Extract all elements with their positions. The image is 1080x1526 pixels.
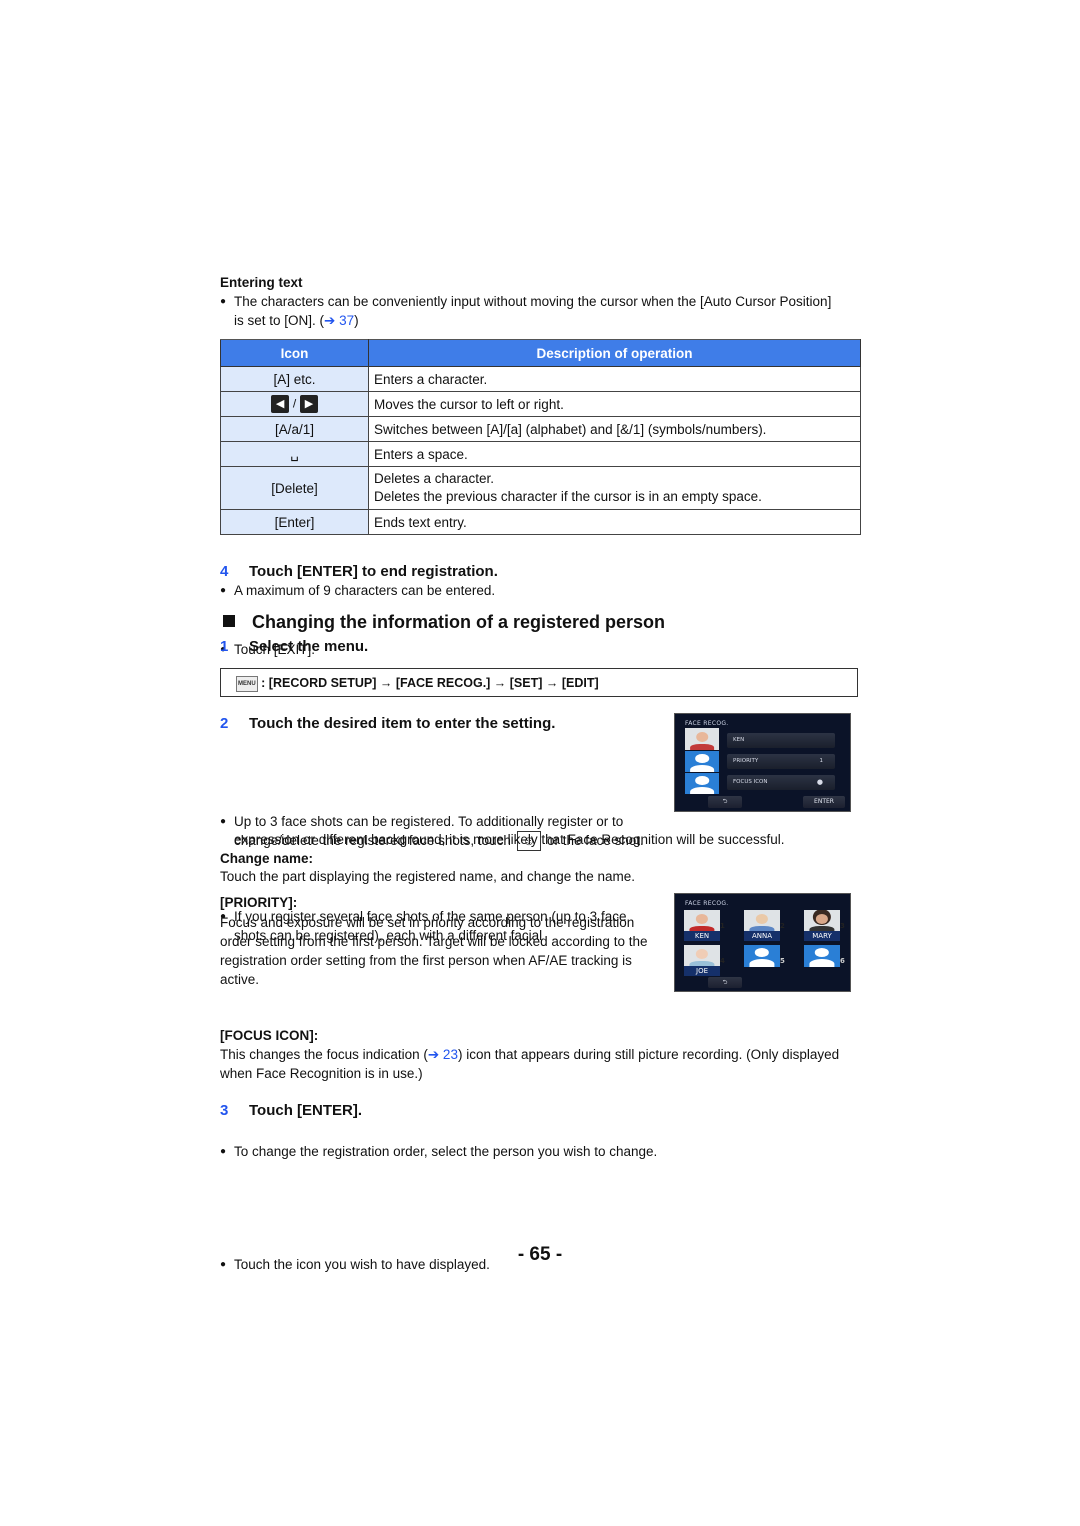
step-4: 4 Touch [ENTER] to end registration. xyxy=(220,563,498,580)
icon-cell: ◀ / ▶ xyxy=(220,391,369,417)
enter-button[interactable]: ENTER xyxy=(803,796,845,808)
description-cell: Ends text entry. xyxy=(368,509,861,535)
step-number: 2 xyxy=(220,715,229,732)
section-title-text: Changing the information of a registered… xyxy=(252,612,666,632)
description-cell: Switches between [A]/[a] (alphabet) and … xyxy=(368,416,861,442)
column-header-icon: Icon xyxy=(220,339,369,367)
description-cell: Deletes a character. Deletes the previou… xyxy=(368,466,861,510)
priority-index: 6 xyxy=(840,957,845,965)
priority-value: 1 xyxy=(819,758,824,764)
separator: / xyxy=(292,396,297,411)
cursor-right-icon: ▶ xyxy=(299,395,318,413)
cursor-left-icon: ◀ xyxy=(271,395,290,413)
step-3: 3 Touch [ENTER]. xyxy=(220,1102,362,1119)
section-title: Changing the information of a registered… xyxy=(223,612,665,633)
face-recog-priority-screen: FACE RECOG. 1 KEN 2 ANNA 3 MARY 4 JOE 5 … xyxy=(674,893,851,992)
description-line: Deletes the previous character if the cu… xyxy=(374,489,762,504)
icon-cell: [Enter] xyxy=(220,509,369,535)
focus-icon-label: FOCUS ICON xyxy=(733,779,768,785)
face-photo-ken[interactable] xyxy=(684,910,720,932)
step-2: 2 Touch the desired item to enter the set… xyxy=(220,715,555,732)
menu-path-box: MENU : [RECORD SETUP] → [FACE RECOG.] → … xyxy=(220,668,858,697)
step-text: Touch the desired item to enter the sett… xyxy=(249,715,556,732)
table-row: [Delete] Deletes a character. Deletes th… xyxy=(220,466,861,510)
priority-index: 2 xyxy=(780,922,785,930)
face-photo-mary[interactable] xyxy=(804,910,840,932)
priority-heading: [PRIORITY]: xyxy=(220,895,298,910)
page-number: - 65 - xyxy=(517,1244,563,1265)
entering-text-heading: Entering text xyxy=(220,275,303,290)
face-photo-anna[interactable] xyxy=(744,910,780,932)
face-photo-joe[interactable] xyxy=(684,945,720,967)
description-cell: Enters a character. xyxy=(368,366,861,392)
page-ref-link[interactable]: ➔ 37 xyxy=(324,313,354,328)
focus-text: This changes the focus indication ( xyxy=(220,1047,428,1062)
face-photo-ken[interactable] xyxy=(685,728,719,750)
empty-face-slot[interactable] xyxy=(744,945,780,967)
empty-face-slot[interactable] xyxy=(685,773,719,794)
description-cell: Moves the cursor to left or right. xyxy=(368,391,861,417)
focus-dot-icon: ● xyxy=(816,778,823,786)
face-recog-edit-screen: FACE RECOG. KEN PRIORITY 1 FOCUS ICON ● … xyxy=(674,713,851,812)
max-chars-note: A maximum of 9 characters can be entered… xyxy=(220,581,1080,600)
empty-face-slot[interactable] xyxy=(685,751,719,772)
screen-title: FACE RECOG. xyxy=(685,720,729,727)
step-number: 3 xyxy=(220,1102,229,1119)
step-number: 1 xyxy=(220,638,229,655)
change-name-text: Touch the part displaying the registered… xyxy=(220,869,636,884)
priority-text: Focus and exposure will be set in priori… xyxy=(220,915,648,987)
step-text: Select the menu. xyxy=(249,638,369,655)
operations-table: Icon Description of operation [A] etc. E… xyxy=(220,339,861,535)
step-1: 1 Select the menu. xyxy=(220,638,368,655)
icon-cell: [Delete] xyxy=(220,466,369,510)
back-button[interactable]: ⮌ xyxy=(708,796,742,808)
table-row: ␣ Enters a space. xyxy=(220,441,861,467)
priority-field[interactable]: PRIORITY 1 xyxy=(727,754,835,769)
several-face-shots-note-cont: expression or different background, it i… xyxy=(234,832,785,847)
table-row: [A/a/1] Switches between [A]/[a] (alphab… xyxy=(220,416,861,442)
empty-face-slot[interactable] xyxy=(804,945,840,967)
priority-label: PRIORITY xyxy=(733,758,759,764)
description-cell: Enters a space. xyxy=(368,441,861,467)
space-icon: ␣ xyxy=(220,441,369,467)
priority-index: 5 xyxy=(780,957,785,965)
priority-index: 4 xyxy=(720,957,725,965)
step-number: 4 xyxy=(220,563,229,580)
person-name[interactable]: KEN xyxy=(684,931,720,941)
table-row: [Enter] Ends text entry. xyxy=(220,509,861,535)
table-row: ◀ / ▶ Moves the cursor to left or right. xyxy=(220,391,861,417)
focus-icon-text: This changes the focus indication (➔ 23)… xyxy=(220,1045,845,1083)
table-row: [A] etc. Enters a character. xyxy=(220,366,861,392)
column-header-description: Description of operation xyxy=(368,339,861,367)
description-line: Deletes a character. xyxy=(374,471,495,486)
menu-path-text: : [RECORD SETUP] → [FACE RECOG.] → [SET]… xyxy=(261,676,599,690)
focus-icon-field[interactable]: FOCUS ICON ● xyxy=(727,775,835,790)
auto-cursor-note: The characters can be conveniently input… xyxy=(220,292,844,330)
screen-title: FACE RECOG. xyxy=(685,900,729,907)
icon-cell: [A] etc. xyxy=(220,366,369,392)
back-button[interactable]: ⮌ xyxy=(708,977,742,988)
menu-icon: MENU xyxy=(236,676,258,692)
priority-note: To change the registration order, select… xyxy=(220,1142,659,1161)
icon-cell: [A/a/1] xyxy=(220,416,369,442)
change-name-heading: Change name: xyxy=(220,851,314,866)
focus-icon-heading: [FOCUS ICON]: xyxy=(220,1028,319,1043)
step-text: Touch [ENTER] to end registration. xyxy=(249,563,498,580)
section-square-icon xyxy=(223,615,235,627)
priority-index: 1 xyxy=(720,922,725,930)
table-header-row: Icon Description of operation xyxy=(220,339,861,367)
name-field[interactable]: KEN xyxy=(727,733,835,748)
step-text: Touch [ENTER]. xyxy=(249,1102,363,1119)
person-name[interactable]: MARY xyxy=(804,931,840,941)
priority-index: 3 xyxy=(840,922,845,930)
person-name[interactable]: JOE xyxy=(684,966,720,976)
person-name[interactable]: ANNA xyxy=(744,931,780,941)
note-text-end: ) xyxy=(354,313,359,328)
page-ref-link[interactable]: ➔ 23 xyxy=(428,1047,458,1062)
